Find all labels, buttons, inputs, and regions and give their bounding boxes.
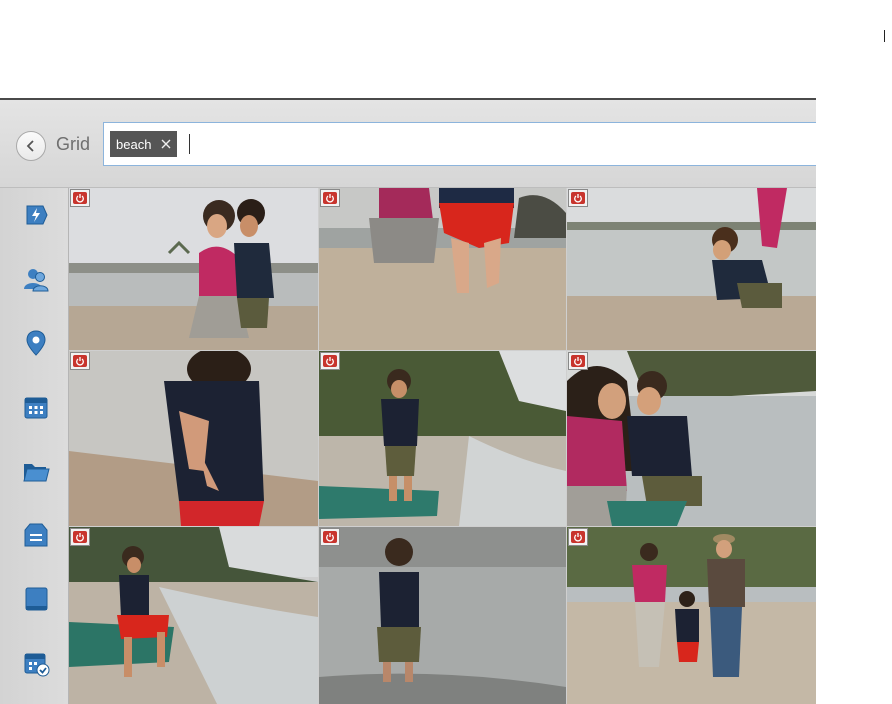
photo-thumbnail[interactable] — [69, 527, 318, 704]
window-edge-marker — [884, 30, 885, 42]
power-icon — [326, 533, 334, 542]
photo-child-crouching-at-water-edge — [567, 188, 816, 350]
photo-thumbnail[interactable] — [319, 527, 566, 704]
power-badge — [568, 189, 588, 207]
search-input[interactable]: beach — [103, 122, 816, 166]
power-badge — [70, 528, 90, 546]
toolbar: Grid beach — [0, 100, 816, 188]
power-badge — [320, 352, 340, 370]
sidebar-item-events[interactable] — [21, 392, 51, 422]
albums-book-icon — [25, 587, 48, 611]
events-calendar-icon — [24, 397, 48, 419]
tags-icon — [24, 523, 48, 547]
photo-child-on-kayak — [69, 527, 318, 704]
view-title: Grid — [56, 134, 91, 154]
sidebar-item-tags[interactable] — [21, 520, 51, 550]
photo-thumbnail[interactable] — [69, 351, 318, 526]
photo-child-walking-in-water — [319, 527, 566, 704]
power-badge — [70, 352, 90, 370]
photo-mother-and-child-by-shore — [567, 351, 816, 526]
sidebar-item-instant-fix[interactable] — [21, 200, 51, 230]
search-tag-chip[interactable]: beach — [110, 131, 178, 157]
places-pin-icon — [26, 330, 46, 356]
sidebar-item-scheduled[interactable] — [21, 648, 51, 678]
sidebar-item-places[interactable] — [21, 328, 51, 358]
power-badge — [320, 528, 340, 546]
photo-thumbnail[interactable] — [567, 188, 816, 350]
sidebar-item-folders[interactable] — [21, 456, 51, 486]
power-badge — [568, 528, 588, 546]
power-icon — [326, 194, 334, 203]
app-window: Grid beach — [0, 98, 816, 704]
sidebar — [0, 188, 69, 704]
people-icon — [24, 269, 49, 292]
photo-child-closeup-dark-shirt — [69, 351, 318, 526]
photo-mother-and-child-crouching — [69, 188, 318, 350]
sidebar-item-people[interactable] — [21, 264, 51, 294]
power-icon — [326, 357, 334, 366]
power-icon — [76, 533, 84, 542]
photo-thumbnail[interactable] — [69, 188, 318, 350]
text-cursor — [189, 134, 191, 154]
photo-child-feet-on-sand — [319, 188, 566, 350]
power-icon — [574, 194, 582, 203]
photo-family-walking-on-beach — [567, 527, 816, 704]
instant-fix-icon — [26, 205, 48, 225]
folders-icon — [23, 464, 50, 482]
power-icon — [574, 533, 582, 542]
power-icon — [574, 357, 582, 366]
photo-thumbnail[interactable] — [567, 527, 816, 704]
close-icon — [161, 139, 171, 149]
search-tag-label: beach — [116, 136, 152, 152]
photo-thumbnail[interactable] — [319, 351, 566, 526]
power-icon — [76, 194, 84, 203]
power-badge — [568, 352, 588, 370]
power-badge — [320, 189, 340, 207]
photo-thumbnail[interactable] — [319, 188, 566, 350]
chevron-left-icon — [26, 140, 34, 152]
scheduled-events-icon — [24, 653, 50, 677]
photo-child-standing-near-kayak — [319, 351, 566, 526]
back-button[interactable] — [16, 131, 46, 161]
power-badge — [70, 189, 90, 207]
remove-tag-button[interactable] — [161, 139, 171, 149]
power-icon — [76, 357, 84, 366]
sidebar-item-albums[interactable] — [21, 584, 51, 614]
photo-thumbnail[interactable] — [567, 351, 816, 526]
photo-grid — [69, 188, 816, 704]
